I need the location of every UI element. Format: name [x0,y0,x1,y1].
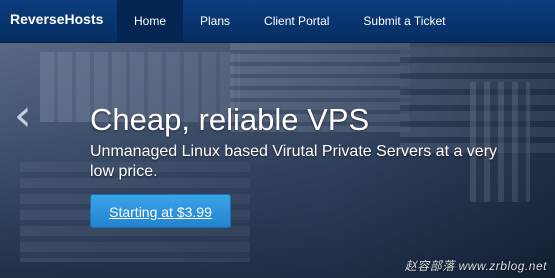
top-navbar: ReverseHosts Home Plans Client Portal Su… [0,0,555,43]
nav-submit-ticket[interactable]: Submit a Ticket [346,0,462,42]
nav-client-portal[interactable]: Client Portal [247,0,346,42]
brand-logo[interactable]: ReverseHosts [10,11,103,27]
hero-subtext: Unmanaged Linux based Virutal Private Se… [90,143,498,180]
page: ReverseHosts Home Plans Client Portal Su… [0,0,555,278]
hero-headline: Cheap, reliable VPS [90,102,370,137]
nav-home[interactable]: Home [117,0,184,42]
hero-caption: Cheap, reliable VPS Unmanaged Linux base… [90,102,510,182]
watermark: 赵容部落 www.zrblog.net [404,259,547,273]
main-nav: Home Plans Client Portal Submit a Ticket [117,0,462,42]
pricing-cta-button[interactable]: Starting at $3.99 [90,194,231,228]
nav-plans[interactable]: Plans [183,0,247,42]
carousel-prev-icon[interactable]: ‹ [14,94,32,138]
